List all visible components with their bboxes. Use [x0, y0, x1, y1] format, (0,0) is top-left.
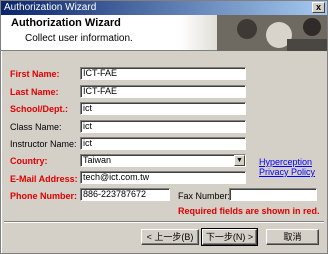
- school-dept-label: School/Dept.:: [10, 104, 68, 114]
- privacy-policy-link[interactable]: Privacy Policy: [259, 167, 315, 177]
- first-name-field[interactable]: ICT-FAE: [80, 67, 246, 80]
- country-value: Taiwan: [83, 155, 112, 165]
- country-select[interactable]: Taiwan ▼: [80, 154, 246, 167]
- instructor-name-label: Instructor Name:: [10, 139, 77, 149]
- wizard-banner: Authorization Wizard Collect user inform…: [1, 15, 327, 51]
- class-name-field[interactable]: ict: [80, 120, 246, 133]
- email-label: E-Mail Address:: [10, 174, 78, 184]
- close-icon: x: [315, 2, 321, 12]
- phone-field[interactable]: 886-223787672: [80, 188, 170, 201]
- chevron-down-icon[interactable]: ▼: [234, 155, 245, 166]
- email-field[interactable]: tech@ict.com.tw: [80, 171, 246, 184]
- school-dept-field[interactable]: ict: [80, 102, 246, 115]
- phone-label: Phone Number:: [10, 191, 78, 201]
- last-name-label: Last Name:: [10, 87, 59, 97]
- cancel-button[interactable]: 取消: [266, 229, 319, 245]
- fax-field[interactable]: [229, 188, 317, 201]
- next-button[interactable]: 下一步(N) >: [201, 228, 258, 246]
- required-fields-note: Required fields are shown in red.: [178, 206, 320, 216]
- banner-subtitle: Collect user information.: [25, 33, 133, 44]
- last-name-field[interactable]: ICT-FAE: [80, 85, 246, 98]
- banner-image: [217, 15, 327, 51]
- separator: [4, 221, 324, 223]
- close-button[interactable]: x: [312, 2, 325, 13]
- instructor-name-field[interactable]: ict: [80, 137, 246, 150]
- hyperception-link[interactable]: Hyperception: [259, 157, 312, 167]
- fax-label: Fax Number:: [178, 191, 231, 201]
- back-button[interactable]: < 上一步(B): [141, 229, 199, 245]
- first-name-label: First Name:: [10, 69, 60, 79]
- country-label: Country:: [10, 156, 48, 166]
- wizard-window: Authorization Wizard x Authorization Wiz…: [0, 0, 328, 254]
- window-title: Authorization Wizard: [4, 2, 97, 13]
- title-bar[interactable]: Authorization Wizard x: [1, 1, 327, 15]
- banner-title: Authorization Wizard: [11, 17, 121, 29]
- class-name-label: Class Name:: [10, 122, 62, 132]
